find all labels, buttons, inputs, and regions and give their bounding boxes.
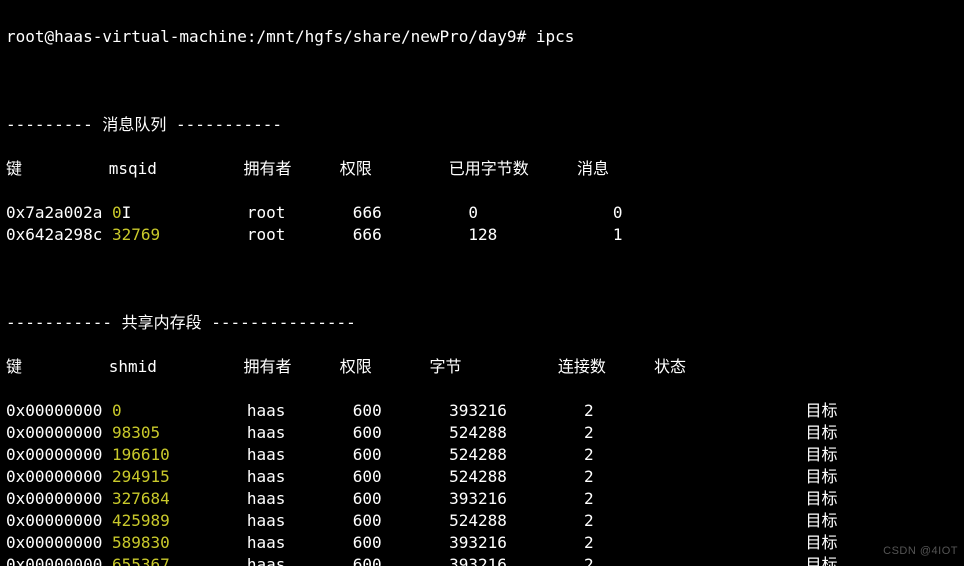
shm-row: 0x00000000 0 haas 600 393216 2 目标: [6, 400, 958, 422]
prompt-line[interactable]: root@haas-virtual-machine:/mnt/hgfs/shar…: [6, 26, 958, 48]
mq-columns: 键 msqid 拥有者 权限 已用字节数 消息: [6, 158, 958, 180]
shm-shmid: 589830: [112, 533, 170, 552]
blank-line: [6, 70, 958, 92]
shm-row: 0x00000000 327684 haas 600 393216 2 目标: [6, 488, 958, 510]
shm-row: 0x00000000 196610 haas 600 524288 2 目标: [6, 444, 958, 466]
mq-row: 0x7a2a002a 0I root 666 0 0: [6, 202, 958, 224]
shm-row: 0x00000000 425989 haas 600 524288 2 目标: [6, 510, 958, 532]
shm-columns: 键 shmid 拥有者 权限 字节 连接数 状态: [6, 356, 958, 378]
mq-dashes-right: -----------: [176, 115, 282, 134]
mq-msqid: 0: [112, 203, 122, 222]
mq-key: 0x7a2a002a: [6, 203, 112, 222]
prompt-path: /mnt/hgfs/share/newPro/day9: [256, 27, 516, 46]
mq-header-line: --------- 消息队列 -----------: [6, 114, 958, 136]
text-cursor-icon: I: [122, 203, 132, 222]
shm-shmid: 196610: [112, 445, 170, 464]
blank-line-2: [6, 268, 958, 290]
prompt-user-host: root@haas-virtual-machine: [6, 27, 247, 46]
shm-header-line: ----------- 共享内存段 ---------------: [6, 312, 958, 334]
terminal[interactable]: root@haas-virtual-machine:/mnt/hgfs/shar…: [0, 0, 964, 566]
shm-key: 0x00000000: [6, 423, 112, 442]
shm-row: 0x00000000 294915 haas 600 524288 2 目标: [6, 466, 958, 488]
watermark: CSDN @4IOT: [883, 540, 958, 562]
shm-dashes-right: ---------------: [211, 313, 356, 332]
shm-key: 0x00000000: [6, 401, 112, 420]
mq-title: 消息队列: [102, 115, 166, 134]
shm-shmid: 655367: [112, 555, 170, 566]
mq-row: 0x642a298c 32769 root 666 128 1: [6, 224, 958, 246]
shm-row: 0x00000000 589830 haas 600 393216 2 目标: [6, 532, 958, 554]
shm-shmid: 0: [112, 401, 122, 420]
shm-title: 共享内存段: [122, 313, 202, 332]
shm-shmid: 294915: [112, 467, 170, 486]
shm-row: 0x00000000 98305 haas 600 524288 2 目标: [6, 422, 958, 444]
shm-shmid: 98305: [112, 423, 160, 442]
mq-msqid: 32769: [112, 225, 160, 244]
mq-key: 0x642a298c: [6, 225, 112, 244]
shm-key: 0x00000000: [6, 489, 112, 508]
shm-key: 0x00000000: [6, 533, 112, 552]
command-text: ipcs: [536, 27, 575, 46]
mq-dashes-left: ---------: [6, 115, 93, 134]
shm-key: 0x00000000: [6, 445, 112, 464]
shm-shmid: 425989: [112, 511, 170, 530]
shm-dashes-left: -----------: [6, 313, 112, 332]
prompt-hash: #: [517, 27, 536, 46]
shm-shmid: 327684: [112, 489, 170, 508]
shm-row: 0x00000000 655367 haas 600 393216 2 目标: [6, 554, 958, 566]
shm-key: 0x00000000: [6, 555, 112, 566]
shm-key: 0x00000000: [6, 511, 112, 530]
shm-key: 0x00000000: [6, 467, 112, 486]
